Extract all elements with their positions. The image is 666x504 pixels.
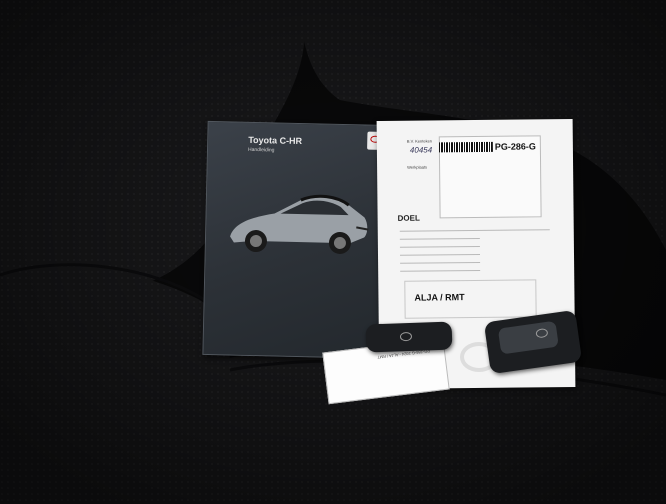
doc-handwritten-number: 40454 <box>409 145 433 155</box>
form-line <box>400 269 481 272</box>
form-line <box>400 261 481 264</box>
car-image <box>230 194 369 254</box>
car-seat-scene: Toyota C-HR Handleiding B.V. Kenteken 40… <box>0 0 666 504</box>
form-line <box>399 229 550 232</box>
manual-subtitle: Handleiding <box>247 146 275 154</box>
license-plate: PG-286-G <box>494 141 536 152</box>
form-line <box>399 245 480 248</box>
doc-label-top: B.V. Kenteken <box>406 138 433 144</box>
form-line <box>400 253 481 256</box>
manual-title: Toyota C-HR <box>248 134 303 147</box>
doc-side-label: Werkplaats <box>407 164 428 170</box>
customer-name: ALJA / RMT <box>414 292 465 303</box>
key-fob-left <box>365 321 453 353</box>
toyota-logo-icon <box>399 331 413 342</box>
form-line <box>399 237 480 240</box>
doc-heading: DOEL <box>397 213 420 223</box>
barcode <box>438 141 493 153</box>
owner-manual: Toyota C-HR Handleiding <box>202 120 393 360</box>
key-button <box>497 320 559 355</box>
